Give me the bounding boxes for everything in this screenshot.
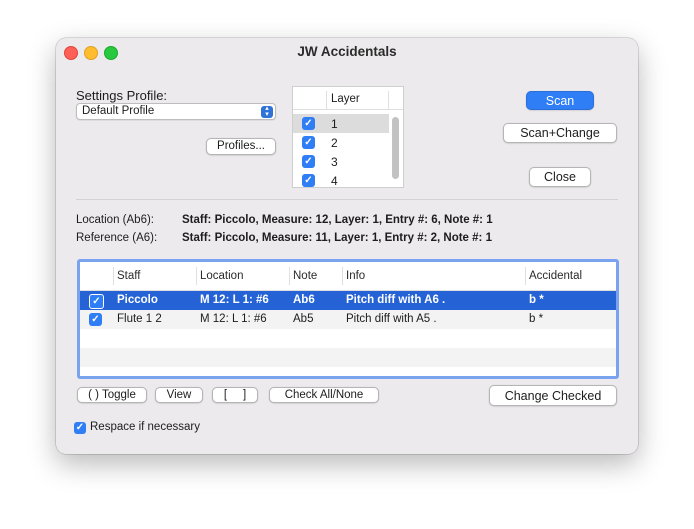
- change-checked-button[interactable]: Change Checked: [489, 385, 617, 406]
- layer-list[interactable]: Layer ✓ 1 ✓ 2 ✓ 3 ✓ 4: [292, 86, 404, 188]
- check-all-none-button[interactable]: Check All/None: [269, 387, 379, 403]
- location-label: Location (Ab6):: [76, 214, 154, 226]
- settings-profile-value: Default Profile: [82, 105, 155, 117]
- scan-button[interactable]: Scan: [526, 91, 594, 110]
- scan-change-button[interactable]: Scan+Change: [503, 123, 617, 143]
- window-title: JW Accidentals: [297, 44, 397, 59]
- layer-label: 3: [331, 155, 338, 169]
- column-header-location[interactable]: Location: [200, 270, 243, 282]
- empty-row: [80, 329, 616, 348]
- empty-row: [80, 348, 616, 367]
- view-button[interactable]: View: [155, 387, 203, 403]
- column-separator: [326, 91, 327, 109]
- settings-profile-select[interactable]: Default Profile ▴ ▾: [76, 103, 276, 120]
- layer-3-checkbox[interactable]: ✓: [302, 155, 315, 168]
- cell-info: Pitch diff with A5 .: [346, 313, 437, 325]
- row-checkbox[interactable]: ✓: [89, 313, 102, 326]
- jw-accidentals-window: JW Accidentals Settings Profile: Default…: [56, 38, 638, 454]
- bracket-button[interactable]: [ ]: [212, 387, 258, 403]
- cell-location: M 12: L 1: #6: [200, 294, 269, 306]
- layer-column-header: Layer: [331, 93, 360, 105]
- cell-location: M 12: L 1: #6: [200, 313, 267, 325]
- layer-label: 1: [331, 117, 338, 131]
- column-separator: [196, 267, 197, 285]
- layer-4-checkbox[interactable]: ✓: [302, 174, 315, 187]
- row-checkbox[interactable]: ✓: [89, 294, 104, 309]
- column-separator: [289, 267, 290, 285]
- column-separator: [113, 267, 114, 285]
- respace-label: Respace if necessary: [90, 421, 200, 433]
- column-header-info[interactable]: Info: [346, 270, 365, 282]
- table-row[interactable]: ✓ Flute 1 2 M 12: L 1: #6 Ab5 Pitch diff…: [80, 310, 616, 329]
- settings-profile-label: Settings Profile:: [76, 88, 168, 103]
- cell-staff: Piccolo: [117, 294, 158, 306]
- cell-accidental: b *: [529, 313, 544, 325]
- layer-row[interactable]: ✓ 4: [293, 171, 389, 188]
- layer-label: 2: [331, 136, 338, 150]
- layer-1-checkbox[interactable]: ✓: [302, 117, 315, 130]
- chevron-up-down-icon: ▴ ▾: [261, 105, 273, 118]
- layer-list-scrollbar[interactable]: [392, 117, 399, 179]
- layer-row[interactable]: ✓ 3: [293, 152, 389, 171]
- reference-value: Staff: Piccolo, Measure: 11, Layer: 1, E…: [182, 232, 492, 244]
- column-header-accidental[interactable]: Accidental: [529, 270, 582, 282]
- results-table[interactable]: Staff Location Note Info Accidental ✓ Pi…: [77, 259, 619, 379]
- column-separator: [388, 91, 389, 109]
- column-separator: [525, 267, 526, 285]
- column-header-staff[interactable]: Staff: [117, 270, 140, 282]
- toggle-button[interactable]: ( ) Toggle: [77, 387, 147, 403]
- layer-list-header: Layer: [293, 87, 403, 110]
- respace-checkbox[interactable]: ✓: [74, 422, 86, 434]
- title-bar[interactable]: JW Accidentals: [56, 38, 638, 66]
- cell-accidental: b *: [529, 294, 544, 306]
- table-row[interactable]: ✓ Piccolo M 12: L 1: #6 Ab6 Pitch diff w…: [80, 291, 616, 310]
- cell-info: Pitch diff with A6 .: [346, 294, 446, 306]
- cell-note: Ab6: [293, 294, 315, 306]
- layer-label: 4: [331, 174, 338, 188]
- layer-row[interactable]: ✓ 2: [293, 133, 389, 152]
- cell-note: Ab5: [293, 313, 314, 325]
- cell-staff: Flute 1 2: [117, 313, 162, 325]
- column-separator: [342, 267, 343, 285]
- close-button[interactable]: Close: [529, 167, 591, 187]
- profiles-button[interactable]: Profiles...: [206, 138, 276, 155]
- layer-2-checkbox[interactable]: ✓: [302, 136, 315, 149]
- divider: [76, 199, 618, 200]
- location-value: Staff: Piccolo, Measure: 12, Layer: 1, E…: [182, 214, 493, 226]
- layer-row[interactable]: ✓ 1: [293, 114, 389, 133]
- column-header-note[interactable]: Note: [293, 270, 317, 282]
- reference-label: Reference (A6):: [76, 232, 158, 244]
- table-header: Staff Location Note Info Accidental: [80, 262, 616, 291]
